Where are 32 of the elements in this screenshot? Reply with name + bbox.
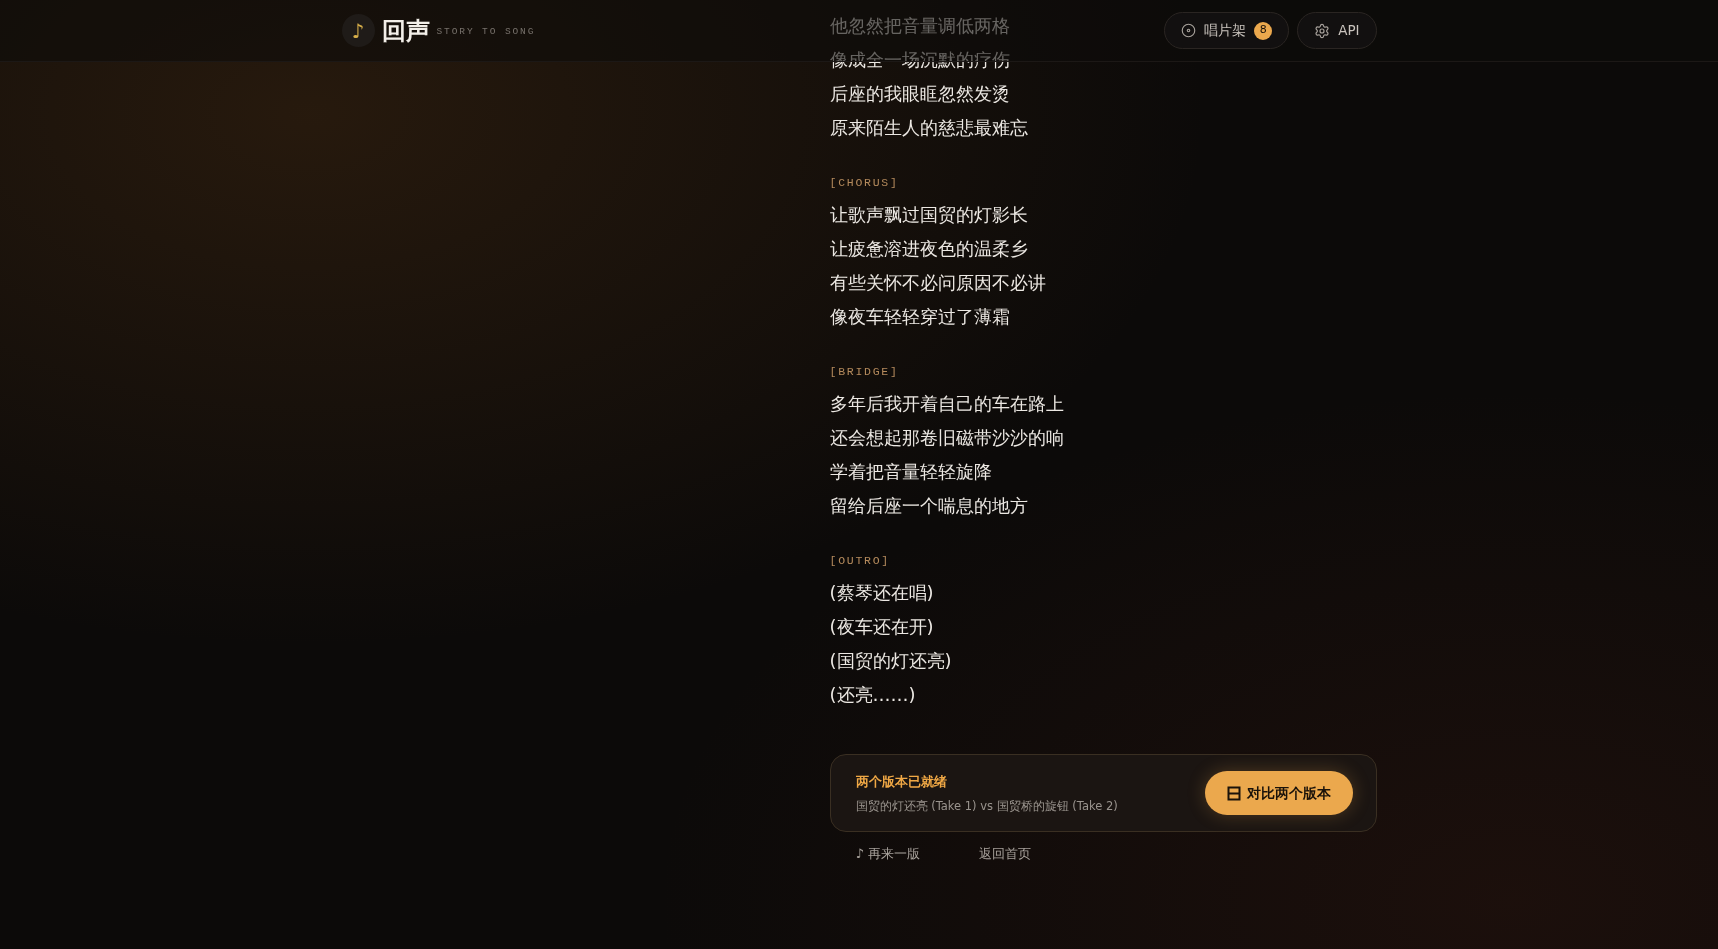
lyric-line: (蔡琴还在唱) <box>829 581 934 605</box>
logo-title: 回声 <box>381 18 430 43</box>
card-subtitle: 国贸的灯还亮 (Take 1) vs 国贸桥的旋钮 (Take 2) <box>855 797 1118 814</box>
disc-icon <box>1181 23 1197 38</box>
lyric-line: 有些关怀不必问原因不必讲 <box>829 271 1046 295</box>
logo-tagline: STORY TO SONG <box>436 24 536 39</box>
lyric-line: 他忽然把音量调低两格 <box>829 14 1010 38</box>
lyric-line: 像夜车轻轻穿过了薄霜 <box>829 305 1010 329</box>
retry-link[interactable]: ♪ 再来一版 <box>855 845 920 863</box>
home-link[interactable]: 返回首页 <box>978 845 1031 863</box>
api-settings-button[interactable]: API <box>1297 12 1377 49</box>
lyric-line: 留给后座一个喘息的地方 <box>829 494 1028 518</box>
section-tag: [CHORUS] <box>829 175 899 191</box>
card-title: 两个版本已就绪 <box>855 772 948 791</box>
section-tag: [BRIDGE] <box>829 364 899 380</box>
lyric-line: 原来陌生人的慈悲最难忘 <box>829 116 1028 140</box>
shelf-button[interactable]: 唱片架 8 <box>1164 12 1290 49</box>
lyric-line: 让疲惫溶进夜色的温柔乡 <box>829 237 1028 261</box>
logo-mark: ♪ <box>341 14 375 47</box>
compare-button[interactable]: 对比两个版本 <box>1204 771 1353 815</box>
settings-icon <box>1314 22 1331 39</box>
lyric-line: (还亮……) <box>829 683 916 707</box>
lyric-line: 还会想起那卷旧磁带沙沙的响 <box>829 426 1064 450</box>
lyric-line: 让歌声飘过国贸的灯影长 <box>829 203 1028 227</box>
section-tag: [OUTRO] <box>829 553 890 569</box>
count-badge: 8 <box>1254 21 1273 40</box>
lyric-line: 后座的我眼眶忽然发烫 <box>829 82 1010 106</box>
lyric-line: (国贸的灯还亮) <box>829 649 952 673</box>
split-square-icon <box>1226 785 1241 801</box>
lyric-line: 学着把音量轻轻旋降 <box>829 460 992 484</box>
lyric-line: (夜车还在开) <box>829 615 934 639</box>
lyric-line: 多年后我开着自己的车在路上 <box>829 392 1064 416</box>
